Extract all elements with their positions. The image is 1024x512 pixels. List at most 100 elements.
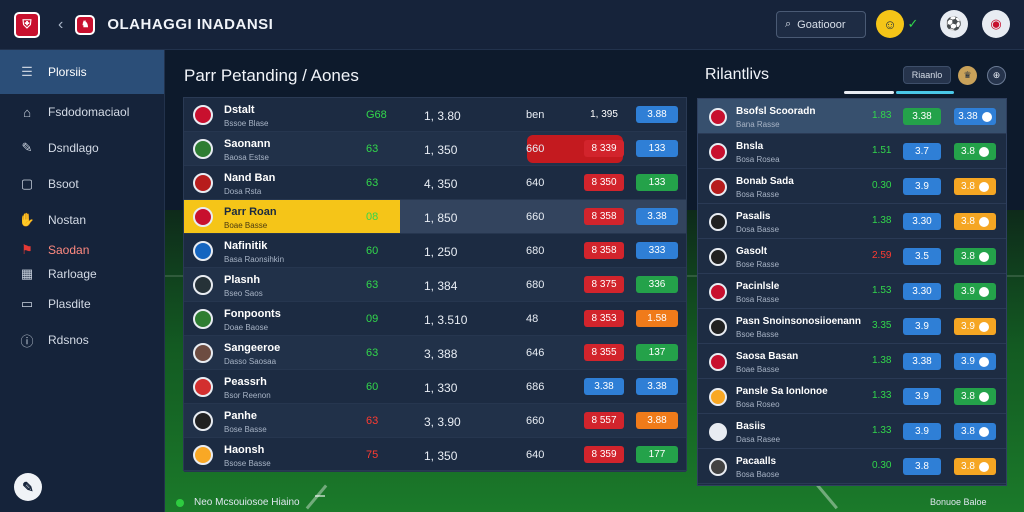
odds-pill[interactable]: 3.7 [903,143,941,160]
list-item[interactable]: Basiis Dasa Rasee 1.33 3.9 3.8 [698,414,1006,449]
team-sub: Bosa Rasse [736,190,780,199]
table-row[interactable]: Sangeeroe Dasso Saosaa 63 3, 388 646 8 355 137 [184,336,686,370]
odds-pill[interactable]: 3.38 [954,108,996,125]
team-badge-icon [193,377,213,397]
odds-pill[interactable]: 3.8 [954,213,996,230]
table-row[interactable]: Panhe Bose Basse 63 3, 3.90 660 8 557 3.88 [184,404,686,438]
avatar[interactable]: ☺ [876,10,904,38]
sidebar-item-board[interactable]: ▢ Bsoot [0,166,164,202]
list-item[interactable]: Pacinlsle Bosa Rasse 1.53 3.30 3.9 [698,274,1006,309]
odds-pill[interactable]: 8 353 [584,310,624,327]
odds-pill-label: 3.8 [961,426,975,437]
profile-icon[interactable]: ◉ [982,10,1010,38]
sidebar-item-plans[interactable]: ▭ Plasdite [0,286,164,322]
table-row[interactable]: Saonann Baosa Estse 63 1, 350 660 8 339 133 [184,132,686,166]
sidebar-item-scouting[interactable]: ✋ Nostan [0,202,164,238]
odds-pill[interactable]: 3.38 [636,208,678,225]
table-row[interactable]: Haonsh Bsose Basse 75 1, 350 640 8 359 177 [184,438,686,472]
table-row[interactable]: Peassrh Bsor Reenon 60 1, 330 686 3.38 3.38 [184,370,686,404]
sidebar-item-label: Saodan [48,243,90,257]
filter-button[interactable]: Riaanlo [903,66,951,84]
odds-pill[interactable]: 1, 395 [584,106,624,123]
odds-pill[interactable]: 137 [636,344,678,361]
ball-icon[interactable]: ⚽ [940,10,968,38]
odds-pill[interactable]: 8 355 [584,344,624,361]
odds-pill[interactable]: 3.38 [584,378,624,395]
odds-pill[interactable]: 8 358 [584,208,624,225]
odds-pill[interactable]: 336 [636,276,678,293]
table-row[interactable]: Nand Ban Dosa Rsta 63 4, 350 640 8 350 133 [184,166,686,200]
odds-pill[interactable]: 3.9 [954,353,996,370]
odds-pill[interactable]: 3.30 [903,283,941,300]
odds-pill[interactable]: 8 339 [584,140,624,157]
sidebar-item-players[interactable]: ☰ Plorsiis [0,50,164,94]
table-row[interactable]: Parr Roan Boae Basse 08 1, 850 660 8 358 3.38 [184,200,686,234]
odds-pill[interactable]: 3.8 [903,458,941,475]
odds-pill[interactable]: 8 350 [584,174,624,191]
odds-pill[interactable]: 3.30 [903,213,941,230]
odds-pill[interactable]: 3.9 [954,318,996,335]
chevron-left-icon[interactable]: ‹ [58,16,63,34]
list-item[interactable]: Pasalis Dosa Basse 1.38 3.30 3.8 [698,204,1006,239]
team-name: Peassrh [224,376,267,388]
settings-icon[interactable]: ⊕ [987,66,1006,85]
odds-pill[interactable]: 3.88 [636,412,678,429]
odds-pill[interactable]: 3.9 [903,388,941,405]
team-badge-icon [193,173,213,193]
list-item[interactable]: Pansle Sa Ionlonoe Bosa Roseo 1.33 3.9 3.8 [698,379,1006,414]
edit-fab-button[interactable]: ✎ [14,473,42,501]
table-row[interactable]: Fonpoonts Doae Baose 09 1, 3.510 48 8 353 1.58 [184,302,686,336]
list-item[interactable]: Saosa Basan Boae Basse 1.38 3.38 3.9 [698,344,1006,379]
building-icon: ⌂ [23,104,31,120]
odds-pill[interactable]: 3.9 [903,178,941,195]
sidebar-item-season[interactable]: ⚑ Saodan [0,238,164,262]
odds-pill[interactable]: 3.9 [903,318,941,335]
odds-pill-label: 3.8 [961,146,975,157]
check-icon [978,426,989,437]
odds-pill[interactable]: 3.8 [954,458,996,475]
odds-pill[interactable]: 3.38 [636,378,678,395]
table-row[interactable]: Nafinitik Basa Raonsihkin 60 1, 250 680 8 358… [184,234,686,268]
odds-pill[interactable]: 3.8 [954,248,996,265]
list-item[interactable]: Bsofsl Scooradn Bana Rasse 1.83 3.38 3.38 [698,99,1006,134]
odds-pill[interactable]: 133 [636,174,678,191]
sidebar-item-reasons[interactable]: ⓘ Rdsnos [0,322,164,358]
odds-pill[interactable]: 333 [636,242,678,259]
odds-pill-label: 3.8 [961,251,975,262]
list-item[interactable]: Gasolt Bose Rasse 2.59 3.5 3.8 [698,239,1006,274]
sidebar-item-range[interactable]: ▦ Rarloage [0,262,164,286]
table-row[interactable]: Plasnh Bseo Saos 63 1, 384 680 8 375 336 [184,268,686,302]
trophy-icon[interactable]: ♛ [958,66,977,85]
odds-pill[interactable]: 8 557 [584,412,624,429]
odds-pill[interactable]: 3.8 [954,178,996,195]
odds-pill[interactable]: 3.8 [954,388,996,405]
sidebar-item-design[interactable]: ✎ Dsndlago [0,130,164,166]
odds-pill[interactable]: 3.88 [636,106,678,123]
odds-pill[interactable]: 3.38 [903,353,941,370]
sidebar-item-facilities[interactable]: ⌂ Fsdodomaciaol [0,94,164,130]
list-item[interactable]: Pasn Snoinsonosiioenann Bsoe Basse 3.35 3.9… [698,309,1006,344]
odds-pill[interactable]: 3.5 [903,248,941,265]
odds-pill[interactable]: 177 [636,446,678,463]
table-row[interactable]: Dstalt Bssoe Blase G68 1, 3.80 ben 1, 395 3.88 [184,98,686,132]
odds-pill[interactable]: 133 [636,140,678,157]
team-sub: Bosa Rosea [736,155,780,164]
search-input[interactable]: ⌕ Goatiooor [776,11,866,38]
list-item[interactable]: Bonab Sada Bosa Rasse 0.30 3.9 3.8 [698,169,1006,204]
club-crest-icon[interactable]: ⛨ [14,11,40,38]
odds-pill[interactable]: 3.9 [954,283,996,300]
odds-pill[interactable]: 8 359 [584,446,624,463]
odds-pill[interactable]: 3.38 [903,108,941,125]
odds-pill[interactable]: 3.8 [954,143,996,160]
list-item[interactable]: Bnsla Bosa Rosea 1.51 3.7 3.8 [698,134,1006,169]
chevron-down-icon[interactable]: ✓ [904,10,922,38]
list-item[interactable]: Pacaalls Bosa Baose 0.30 3.8 3.8 [698,449,1006,484]
team-name: Saonann [224,138,271,150]
odds-pill[interactable]: 3.9 [903,423,941,440]
odds-pill[interactable]: 8 375 [584,276,624,293]
form-value: 60 [366,245,379,257]
team-name: Basiis [736,421,766,432]
odds-pill[interactable]: 8 358 [584,242,624,259]
odds-pill[interactable]: 3.8 [954,423,996,440]
odds-pill[interactable]: 1.58 [636,310,678,327]
